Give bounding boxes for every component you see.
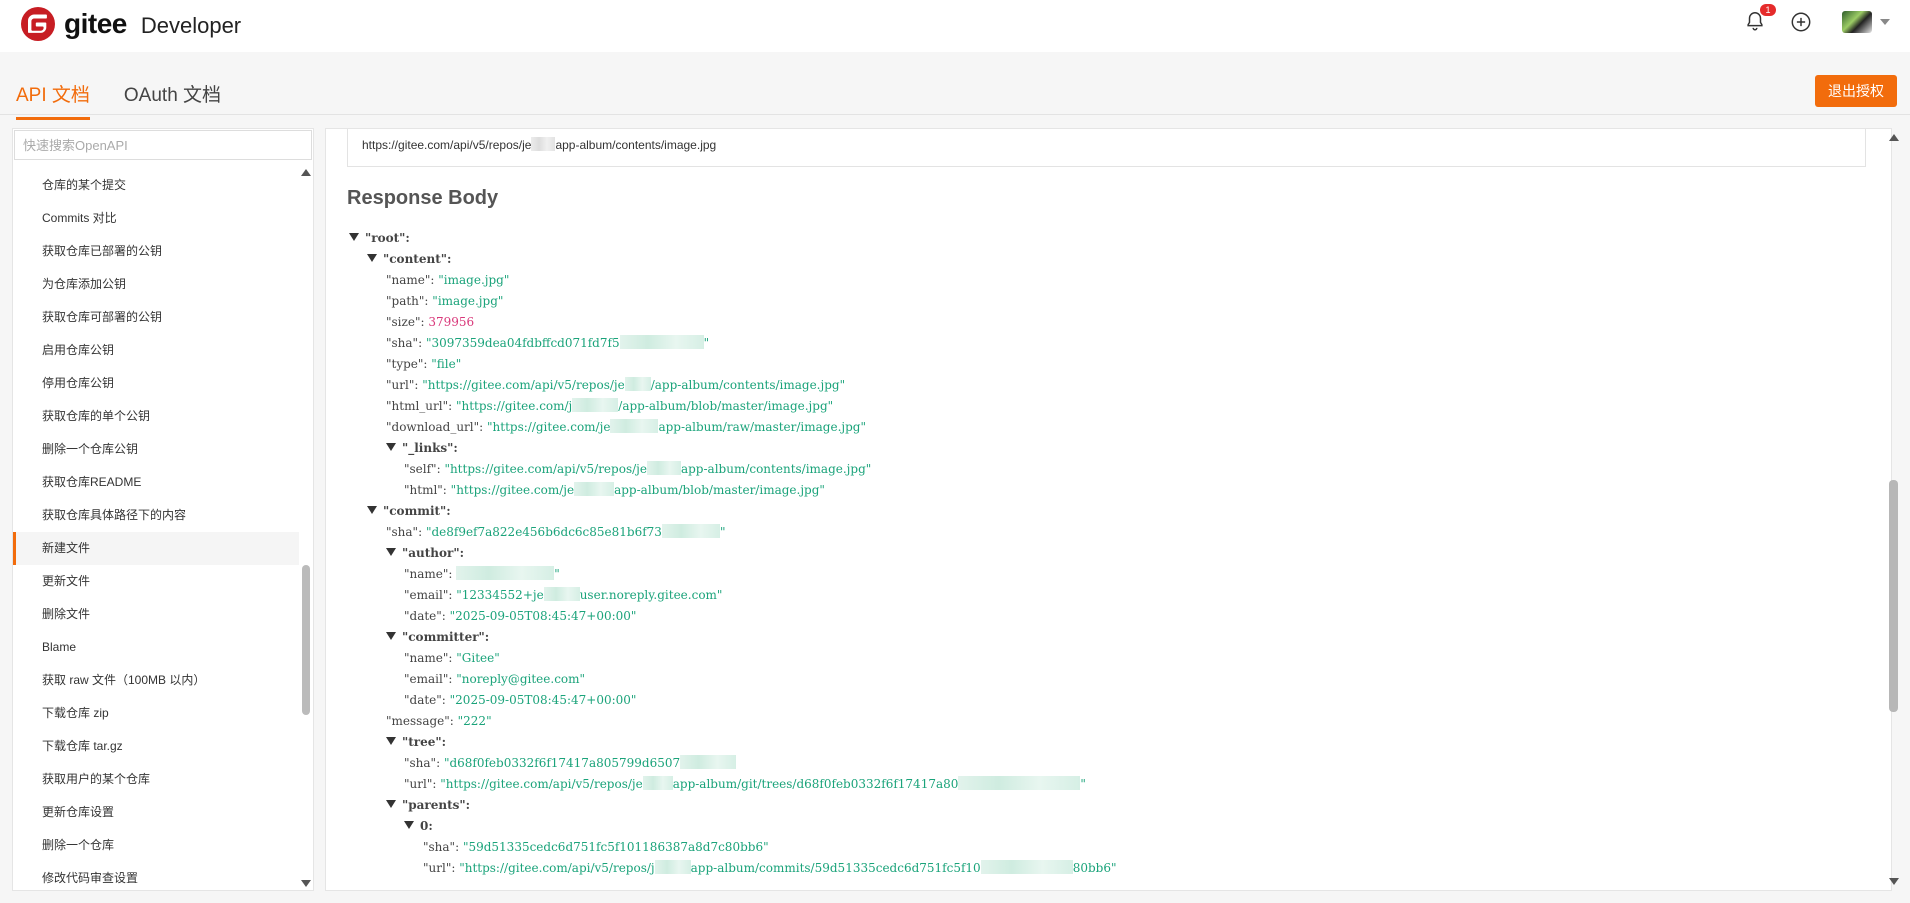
json-leaf: "name": "image.jpg" [386, 273, 510, 287]
main-scroll-thumb[interactable] [1889, 480, 1898, 712]
scroll-up-icon[interactable] [1889, 134, 1899, 141]
json-leaf: "message": "222" [386, 714, 492, 728]
notifications-button[interactable]: 1 [1744, 4, 1776, 34]
json-leaf: "name": " [404, 566, 560, 581]
json-leaf: "size": 379956 [386, 315, 475, 329]
json-leaf: "email": "noreply@gitee.com" [404, 672, 586, 686]
logout-button[interactable]: 退出授权 [1815, 75, 1897, 107]
collapse-arrow-icon[interactable] [367, 254, 377, 262]
nav-item[interactable]: 更新仓库设置 [13, 796, 299, 829]
nav-item[interactable]: Commits 对比 [13, 202, 299, 235]
nav-item[interactable]: 仓库的某个提交 [13, 169, 299, 202]
chevron-down-icon[interactable] [1880, 19, 1890, 25]
tabs-divider [0, 114, 1910, 115]
collapse-arrow-icon[interactable] [386, 548, 396, 556]
json-leaf: "download_url": "https://gitee.com/je app… [386, 419, 867, 434]
nav-item[interactable]: 启用仓库公钥 [13, 334, 299, 367]
json-leaf: "self": "https://gitee.com/api/v5/repos/… [404, 461, 872, 476]
json-leaf: "html_url": "https://gitee.com/j/app-alb… [386, 398, 834, 413]
nav-item[interactable]: 获取仓库的单个公钥 [13, 400, 299, 433]
collapse-arrow-icon[interactable] [367, 506, 377, 514]
nav-item[interactable]: 获取 raw 文件（100MB 以内） [13, 664, 299, 697]
request-url-box: https://gitee.com/api/v5/repos/je app-alb… [347, 129, 1866, 167]
gitee-logo-icon [21, 7, 55, 41]
nav-item[interactable]: 停用仓库公钥 [13, 367, 299, 400]
nav-item[interactable]: 获取仓库可部署的公钥 [13, 301, 299, 334]
nav-item[interactable]: 获取仓库具体路径下的内容 [13, 499, 299, 532]
nav-item[interactable]: 删除一个仓库公钥 [13, 433, 299, 466]
json-node-author[interactable]: "author": [386, 543, 464, 564]
json-leaf: "sha": "59d51335cedc6d751fc5f101186387a8… [423, 840, 769, 854]
scroll-down-icon[interactable] [301, 880, 311, 887]
nav-item[interactable]: 更新文件 [13, 565, 299, 598]
nav-item[interactable]: 修改代码审查设置 [13, 862, 299, 889]
collapse-arrow-icon[interactable] [349, 233, 359, 241]
json-leaf: "path": "image.jpg" [386, 294, 504, 308]
sidebar-scrollbar[interactable] [301, 169, 311, 887]
brand-name: gitee [64, 8, 127, 39]
collapse-arrow-icon[interactable] [386, 443, 396, 451]
nav-item[interactable]: 获取仓库已部署的公钥 [13, 235, 299, 268]
redacted-text [531, 137, 556, 151]
avatar[interactable] [1842, 11, 1872, 33]
json-node-committer[interactable]: "committer": [386, 627, 489, 648]
nav-item[interactable]: 获取用户的某个仓库 [13, 763, 299, 796]
json-node-parent-0[interactable]: 0: [404, 816, 433, 837]
api-nav-list: 仓库的某个提交 Commits 对比 获取仓库已部署的公钥 为仓库添加公钥 获取… [13, 169, 299, 889]
json-node-tree[interactable]: "tree": [386, 732, 446, 753]
top-header: gitee Developer 1 [0, 0, 1910, 52]
json-leaf: "sha": "de8f9ef7a822e456b6dc6c85e81b6f73… [386, 524, 726, 539]
json-node-parents[interactable]: "parents": [386, 795, 470, 816]
json-leaf: "sha": "3097359dea04fdbffcd071fd7f5 " [386, 335, 710, 350]
json-node-links[interactable]: "_links": [386, 438, 458, 459]
create-plus-icon[interactable] [1790, 11, 1812, 33]
json-leaf: "email": "12334552+je user.noreply.gitee.… [404, 587, 723, 602]
nav-item[interactable]: 下载仓库 tar.gz [13, 730, 299, 763]
search-input[interactable]: 快速搜索OpenAPI [14, 130, 312, 160]
json-node-root[interactable]: "root": [349, 228, 410, 249]
nav-item[interactable]: 删除一个仓库 [13, 829, 299, 862]
collapse-arrow-icon[interactable] [386, 632, 396, 640]
nav-item[interactable]: Blame [13, 631, 299, 664]
scroll-up-icon[interactable] [301, 169, 311, 176]
main-scrollbar[interactable] [1888, 128, 1900, 889]
json-node-content[interactable]: "content": [367, 249, 451, 270]
json-leaf: "name": "Gitee" [404, 651, 500, 665]
gitee-logo[interactable]: gitee Developer [20, 6, 241, 42]
collapse-arrow-icon[interactable] [404, 821, 414, 829]
response-body-title: Response Body [347, 187, 499, 209]
collapse-arrow-icon[interactable] [386, 800, 396, 808]
collapse-arrow-icon[interactable] [386, 737, 396, 745]
json-node-commit[interactable]: "commit": [367, 501, 451, 522]
json-leaf: "date": "2025-09-05T08:45:47+00:00" [404, 609, 637, 623]
request-url-part: app-album/contents/image.jpg [555, 138, 717, 152]
json-leaf: "url": "https://gitee.com/api/v5/repos/j… [386, 377, 846, 392]
scroll-down-icon[interactable] [1889, 878, 1899, 885]
nav-item[interactable]: 删除文件 [13, 598, 299, 631]
json-leaf: "url": "https://gitee.com/api/v5/repos/j… [404, 776, 1086, 791]
nav-item[interactable]: 获取仓库README [13, 466, 299, 499]
nav-item[interactable]: 下载仓库 zip [13, 697, 299, 730]
notification-badge: 1 [1760, 4, 1776, 16]
json-leaf: "sha": "d68f0feb0332f6f17417a805799d6507 [404, 753, 737, 774]
developer-subtitle: Developer [140, 13, 242, 38]
json-leaf: "type": "file" [386, 357, 462, 371]
api-sidebar: 快速搜索OpenAPI 仓库的某个提交 Commits 对比 获取仓库已部署的公… [12, 128, 314, 891]
json-leaf: "date": "2025-09-05T08:45:47+00:00" [404, 693, 637, 707]
sidebar-scroll-thumb[interactable] [302, 565, 310, 715]
request-url-part: https://gitee.com/api/v5/repos/je [362, 138, 532, 152]
nav-item-active[interactable]: 新建文件 [13, 532, 299, 565]
json-leaf: "html": "https://gitee.com/je app-album/b… [404, 482, 825, 497]
main-panel: https://gitee.com/api/v5/repos/je app-alb… [325, 128, 1892, 891]
nav-item[interactable]: 为仓库添加公钥 [13, 268, 299, 301]
json-leaf: "url": "https://gitee.com/api/v5/repos/j… [423, 860, 1117, 875]
